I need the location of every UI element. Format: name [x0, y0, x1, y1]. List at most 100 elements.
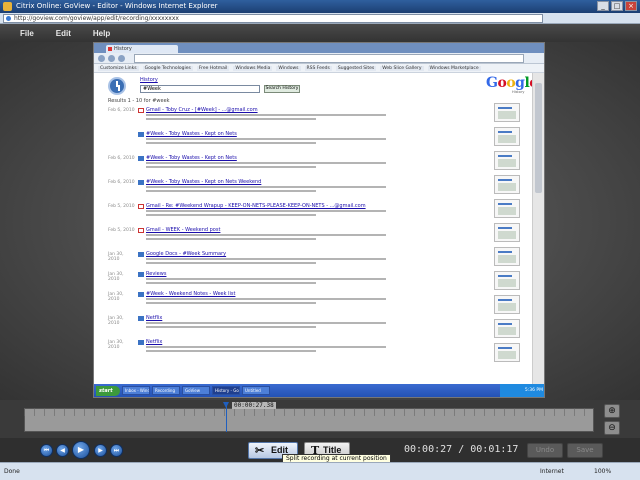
history-row: Jan 30, 2010 Netflix	[108, 339, 488, 359]
bookmark: RSS Feeds	[304, 65, 332, 71]
bookmark: Windows Media	[233, 65, 273, 71]
history-row: #Week - Toby Wastes - Kept on Nets	[108, 131, 488, 151]
history-title: Reviews	[146, 271, 167, 277]
play-button[interactable]: ▶	[72, 441, 90, 459]
playhead[interactable]	[223, 402, 229, 432]
recorded-tab: History	[106, 45, 178, 53]
skip-start-icon: ⏮	[43, 447, 50, 454]
close-button[interactable]: ×	[625, 1, 637, 11]
snippet-line	[146, 258, 386, 260]
bookmark: Windows	[276, 65, 301, 71]
snippet-line	[146, 142, 316, 144]
history-row: Jan 30, 2010 Reviews	[108, 271, 488, 291]
bookmark: Web Slice Gallery	[380, 65, 424, 71]
bookmark: Free Hotmail	[196, 65, 230, 71]
history-date: Jan 30, 2010	[108, 292, 124, 302]
time-separator: /	[458, 444, 465, 455]
snippet-line	[146, 326, 316, 328]
history-row: Feb 6, 2010 #Week - Toby Wastes - Kept on…	[108, 179, 488, 199]
history-title: Gmail - Re: #Weekend Wrapup - KEEP-ON-NE…	[146, 203, 366, 209]
history-row: Feb 5, 2010 Gmail - WEEK - Weekend post	[108, 227, 488, 247]
page-thumbnail	[494, 271, 520, 290]
scroll-thumb	[535, 83, 542, 193]
document-icon	[138, 156, 144, 161]
ie-icon	[3, 2, 12, 11]
zoom-in-icon: ⊕	[608, 406, 616, 416]
zoom-out-icon: ⊖	[608, 423, 616, 433]
history-title: #Week - Toby Wastes - Kept on Nets	[146, 155, 237, 161]
history-row: Jan 30, 2010 #Week - Weekend Notes - Week…	[108, 291, 488, 311]
timeline-panel: 00:00:27.38 ⊕ ⊖	[0, 400, 640, 438]
zoom-in-button[interactable]: ⊕	[604, 404, 620, 418]
goview-menu-bar: File Edit Help	[0, 24, 640, 42]
zoom-out-button[interactable]: ⊖	[604, 421, 620, 435]
snippet-line	[146, 238, 316, 240]
step-back-button[interactable]: ◀	[56, 444, 69, 457]
minimize-button[interactable]: _	[597, 1, 609, 11]
history-title: Gmail - WEEK - Weekend post	[146, 227, 221, 233]
snippet-line	[146, 282, 316, 284]
document-icon	[138, 272, 144, 277]
browser-title-bar: Citrix Online: GoView - Editor - Windows…	[0, 0, 640, 13]
snippet-line	[146, 298, 386, 300]
google-logo: Google	[486, 75, 538, 91]
google-logo-sub: History	[512, 90, 525, 94]
step-forward-button[interactable]: ▶	[94, 444, 107, 457]
window-controls: _ □ ×	[597, 1, 637, 11]
history-date: Jan 30, 2010	[108, 272, 124, 282]
recorded-tab-strip: History	[94, 43, 544, 53]
gmail-icon	[138, 108, 144, 113]
skip-end-button[interactable]: ⏭	[110, 444, 123, 457]
recorded-taskbar: start Inbox - Windo... Recording GoView …	[94, 384, 544, 397]
snippet-line	[146, 234, 386, 236]
history-date: Feb 6, 2010	[108, 108, 135, 113]
snippet-line	[146, 190, 316, 192]
undo-button[interactable]: Undo	[527, 443, 563, 458]
zoom-level[interactable]: 100%	[594, 468, 611, 475]
system-clock: 5:36 PM	[500, 384, 544, 397]
step-back-icon: ◀	[60, 447, 65, 454]
snippet-line	[146, 350, 316, 352]
history-link: History	[140, 77, 158, 83]
menu-edit[interactable]: Edit	[56, 29, 71, 38]
recorded-scrollbar	[532, 73, 544, 386]
page-thumbnail	[494, 127, 520, 146]
back-icon	[98, 55, 105, 62]
snippet-line	[146, 346, 386, 348]
bookmark: Suggested Sites	[335, 65, 377, 71]
page-thumbnail	[494, 199, 520, 218]
skip-start-button[interactable]: ⏮	[40, 444, 53, 457]
page-thumbnail	[494, 151, 520, 170]
forward-icon	[108, 55, 115, 62]
video-stage: History Customize Links Google Technolog…	[0, 42, 640, 400]
start-button: start	[96, 385, 120, 396]
document-icon	[138, 292, 144, 297]
scissors-icon: ✂	[255, 445, 265, 457]
history-date: Feb 5, 2010	[108, 228, 135, 233]
window-title: Citrix Online: GoView - Editor - Windows…	[16, 2, 218, 10]
history-title: #Week - Toby Wastes - Kept on Nets	[146, 131, 237, 137]
history-row: Feb 5, 2010 Gmail - Re: #Weekend Wrapup -…	[108, 203, 488, 223]
document-icon	[138, 252, 144, 257]
page-thumbnail	[494, 223, 520, 242]
taskbar-item: Untitled	[242, 386, 270, 395]
gmail-icon	[138, 204, 144, 209]
save-button[interactable]: Save	[567, 443, 603, 458]
history-title: Netflix	[146, 315, 163, 321]
maximize-button[interactable]: □	[611, 1, 623, 11]
menu-help[interactable]: Help	[93, 29, 110, 38]
page-thumbnail	[494, 103, 520, 122]
playhead-time: 00:00:27.38	[232, 402, 276, 409]
play-icon: ▶	[77, 445, 85, 454]
menu-file[interactable]: File	[20, 29, 34, 38]
snippet-line	[146, 322, 386, 324]
history-title: #Week - Toby Wastes - Kept on Nets Weeke…	[146, 179, 262, 185]
current-time: 00:00:27	[404, 444, 453, 455]
recorded-nav-bar	[94, 53, 544, 64]
bookmark: Customize Links	[98, 65, 139, 71]
recorded-bookmarks-bar: Customize Links Google Technologies Free…	[94, 64, 544, 73]
snippet-line	[146, 118, 316, 120]
address-input[interactable]: http://goview.com/goview/app/edit/record…	[3, 14, 543, 23]
browser-status-bar: Done Internet 100%	[0, 462, 640, 480]
status-text: Done	[4, 468, 20, 475]
